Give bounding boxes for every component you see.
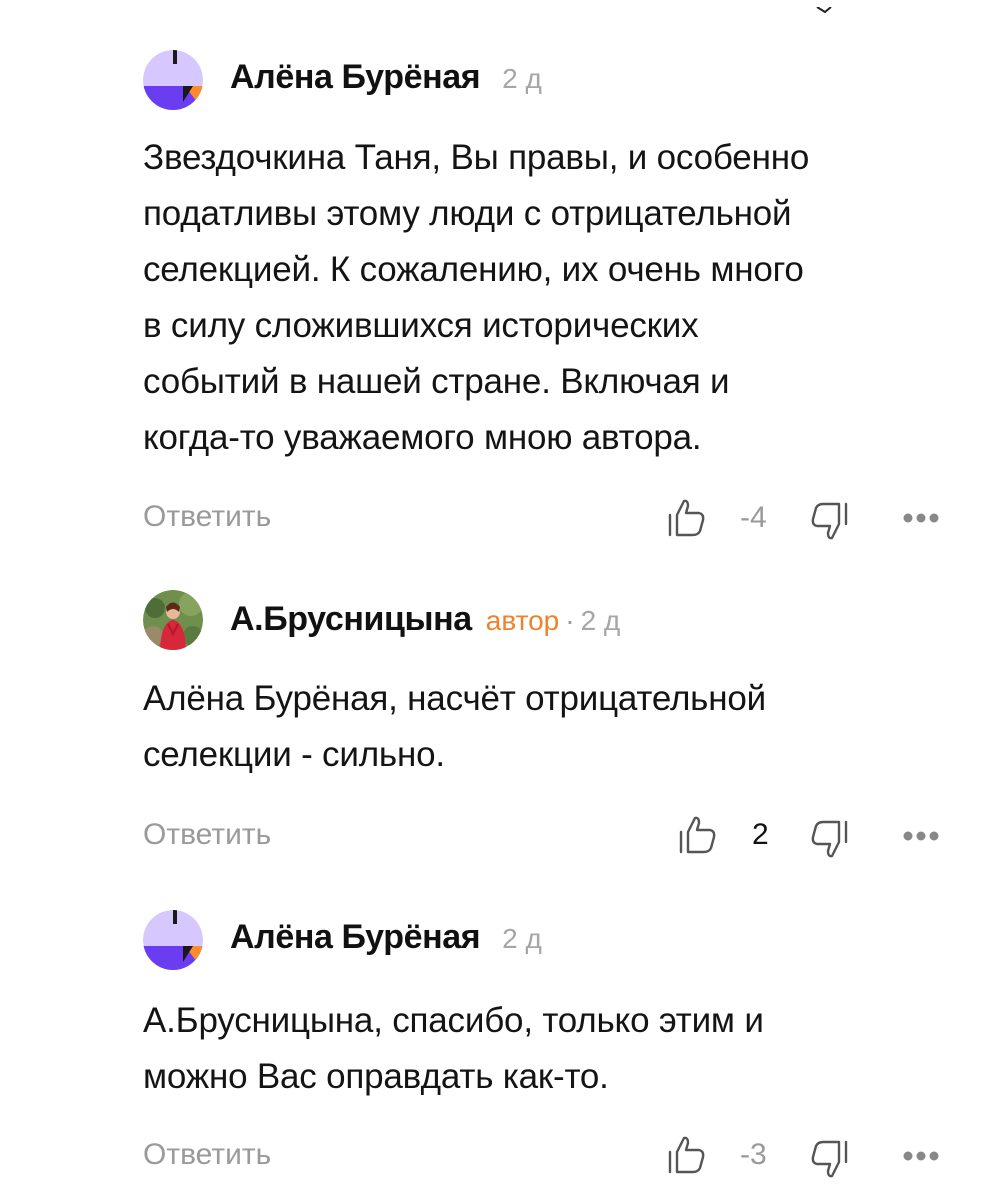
author-badge: автор	[485, 605, 560, 636]
separator: ·	[565, 605, 575, 636]
thumbs-up-icon[interactable]	[677, 814, 719, 856]
comment-header: Алёна Бурёная 2 д	[230, 918, 542, 957]
rating-value: -4	[740, 501, 767, 534]
more-dots-icon[interactable]	[902, 830, 940, 842]
rating-value: -3	[740, 1138, 767, 1171]
comment-time: 2 д	[502, 63, 542, 94]
rating-value: 2	[752, 818, 769, 851]
reply-button[interactable]: Ответить	[143, 1138, 271, 1172]
avatar-photo-icon[interactable]	[143, 590, 203, 650]
avatar-abstract-icon[interactable]	[143, 50, 203, 110]
comment-time: 2 д	[502, 923, 542, 954]
comment-time: 2 д	[580, 605, 621, 636]
cropped-icon-fragment	[815, 0, 833, 14]
author-name[interactable]: Алёна Бурёная	[230, 58, 481, 97]
author-name[interactable]: Алёна Бурёная	[230, 918, 481, 957]
more-dots-icon[interactable]	[902, 1150, 940, 1162]
reply-button[interactable]: Ответить	[143, 500, 271, 534]
thumbs-down-icon[interactable]	[808, 500, 850, 542]
comment-text: Звездочкина Таня, Вы правы, и особенно п…	[143, 138, 810, 457]
comment-text: Алёна Бурёная, насчёт отрицательной селе…	[143, 679, 766, 774]
author-name[interactable]: А.Брусницына	[230, 600, 472, 639]
reply-button[interactable]: Ответить	[143, 818, 271, 852]
comment-header: Алёна Бурёная 2 д	[230, 58, 542, 97]
avatar-abstract-icon[interactable]	[143, 910, 203, 970]
comment-header: А.Брусницына автор · 2 д	[230, 600, 620, 639]
more-dots-icon[interactable]	[902, 512, 940, 524]
comment-text: А.Брусницына, спасибо, только этим и мож…	[143, 1001, 764, 1096]
thumbs-up-icon[interactable]	[666, 1134, 708, 1176]
thumbs-down-icon[interactable]	[808, 1138, 850, 1180]
thumbs-down-icon[interactable]	[808, 818, 850, 860]
thumbs-up-icon[interactable]	[666, 497, 708, 539]
